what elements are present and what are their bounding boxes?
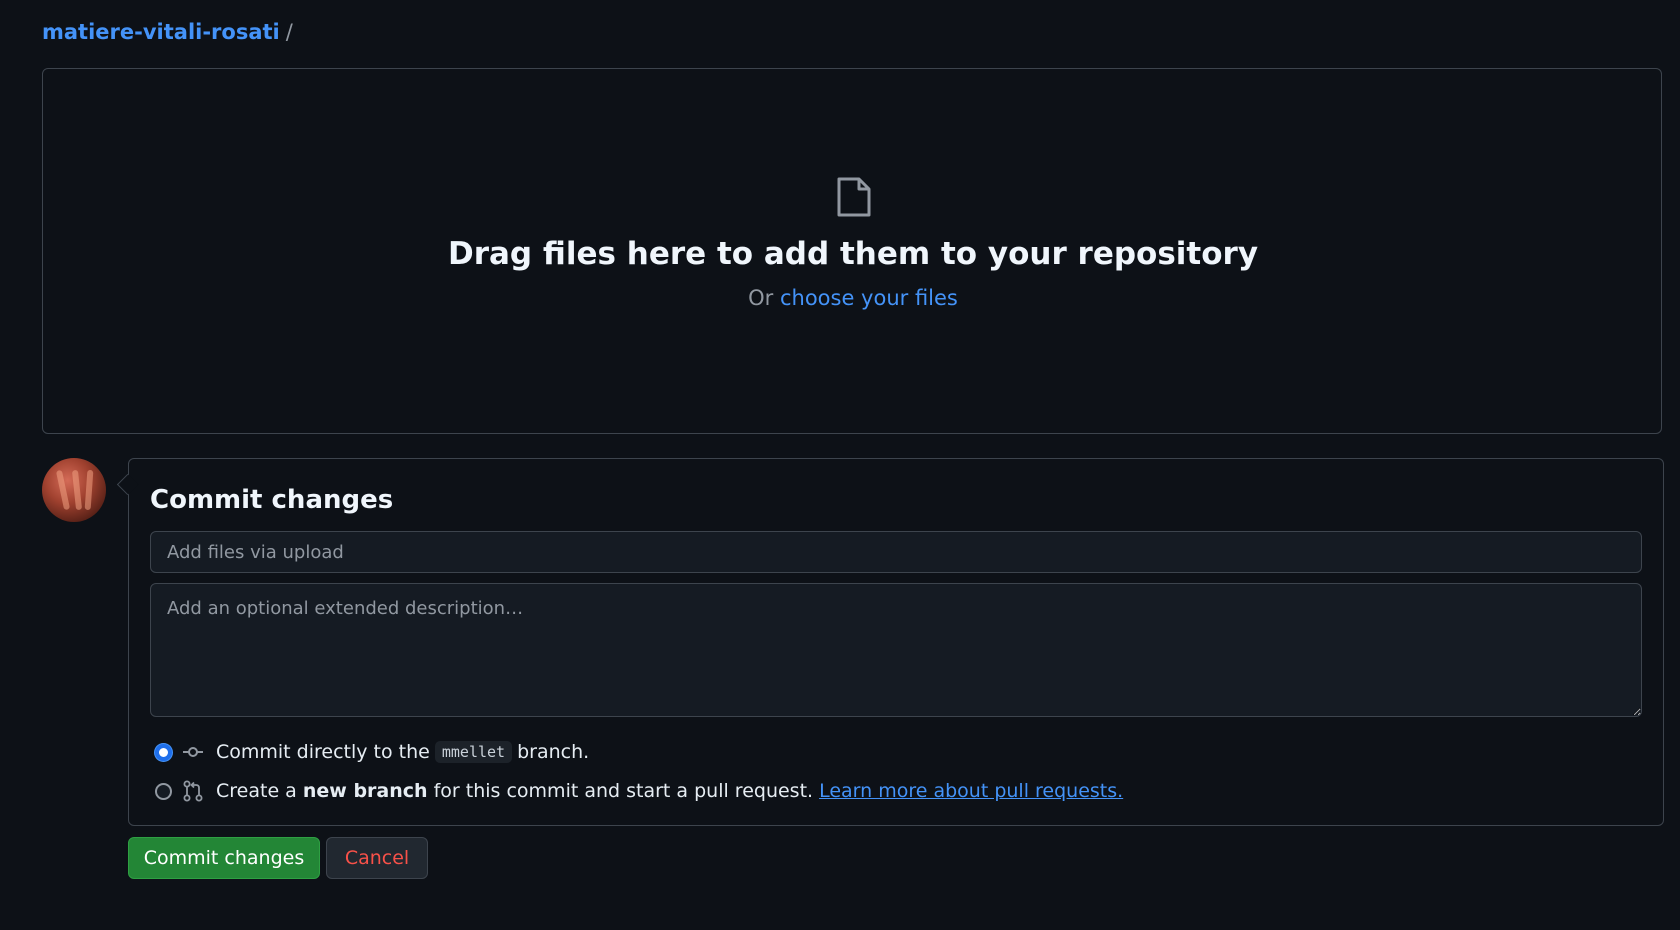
git-pull-request-icon [183, 780, 203, 802]
new-branch-text-prefix: Create a [216, 780, 297, 802]
commit-direct-radio[interactable] [155, 743, 172, 761]
avatar[interactable] [42, 458, 106, 522]
commit-description-textarea[interactable] [150, 583, 1642, 717]
new-branch-radio[interactable] [155, 782, 172, 800]
dropzone-subtitle: Or choose your files [0, 283, 1680, 313]
learn-pull-requests-link[interactable]: Learn more about pull requests. [819, 780, 1123, 802]
dropzone-title: Drag files here to add them to your repo… [447, 236, 1259, 272]
git-commit-icon [183, 747, 203, 757]
commit-direct-suffix: branch. [517, 741, 590, 763]
commit-direct-option[interactable]: Commit directly to the mmellet branch. [155, 737, 589, 767]
file-icon [837, 177, 871, 217]
new-branch-bold: new branch [302, 780, 428, 802]
commit-direct-text: Commit directly to the [216, 741, 430, 763]
breadcrumb-separator: / [285, 20, 293, 44]
new-branch-option[interactable]: Create a new branch for this commit and … [155, 776, 1123, 806]
choose-files-link[interactable]: choose your files [780, 286, 958, 310]
commit-changes-button[interactable]: Commit changes [128, 837, 320, 879]
dropzone-subtitle-prefix: Or [748, 286, 774, 310]
cancel-button[interactable]: Cancel [326, 837, 428, 879]
branch-name: mmellet [434, 741, 513, 763]
new-branch-text-suffix: for this commit and start a pull request… [433, 780, 814, 802]
commit-summary-input[interactable] [150, 531, 1642, 573]
repo-link[interactable]: matiere-vitali-rosati [42, 20, 280, 44]
breadcrumb: matiere-vitali-rosati / [42, 18, 293, 46]
commit-title: Commit changes [150, 485, 394, 515]
